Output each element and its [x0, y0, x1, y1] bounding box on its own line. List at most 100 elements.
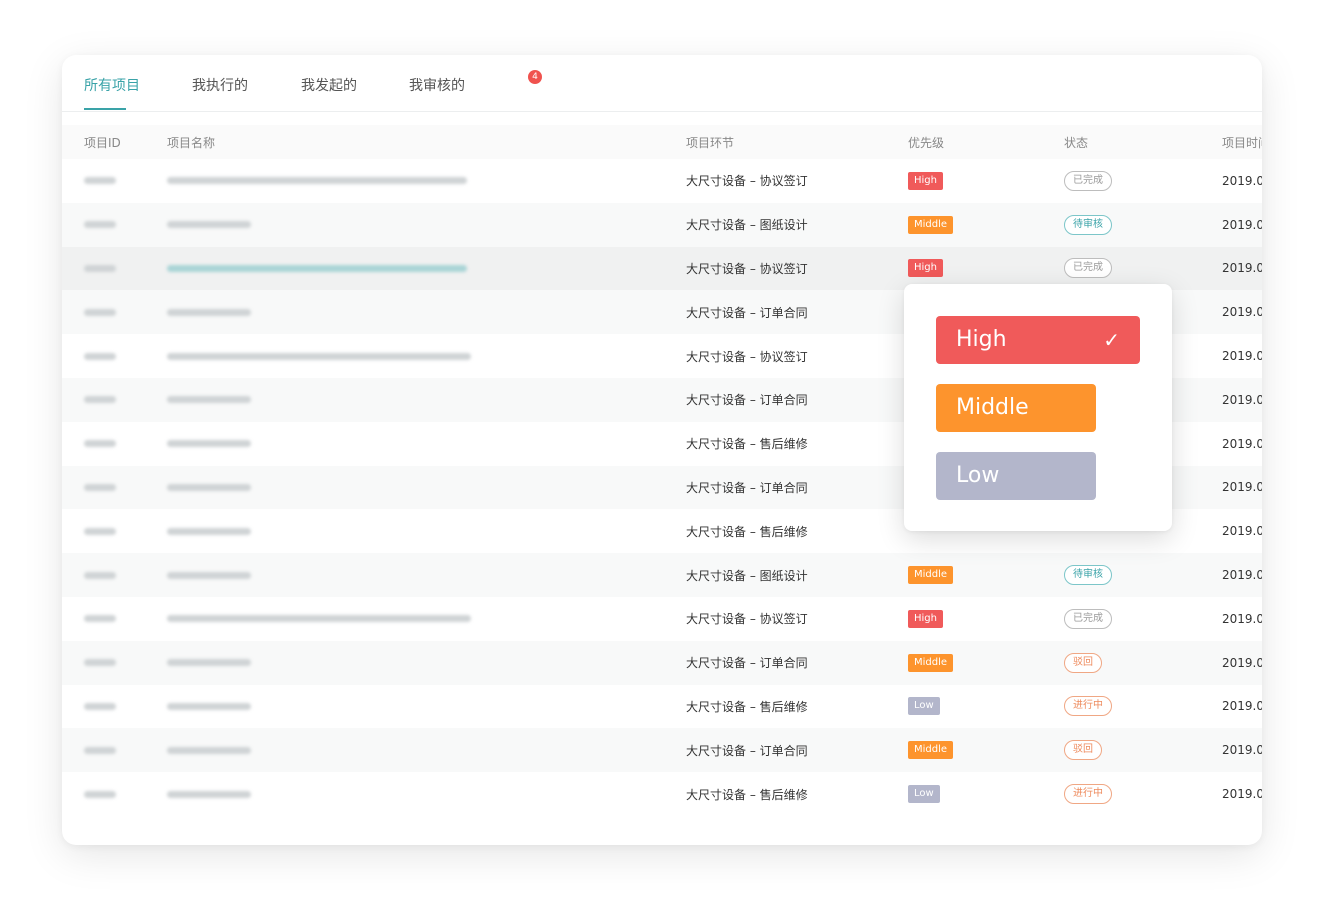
- header-project-name: 项目名称: [167, 136, 216, 150]
- project-id-cell: [84, 509, 116, 553]
- table-row[interactable]: 大尺寸设备 – 售后维修 Low 进行中 2019.04: [62, 685, 1262, 729]
- status-badge: 已完成: [1064, 258, 1112, 279]
- priority-cell[interactable]: Middle: [908, 728, 954, 772]
- check-icon: ✓: [1103, 328, 1120, 352]
- status-cell: 进行中: [1064, 685, 1112, 729]
- status-badge: 进行中: [1064, 784, 1112, 805]
- tab-all-projects[interactable]: 所有项目: [84, 75, 140, 95]
- project-id-cell: [84, 466, 116, 510]
- project-stage-cell: 大尺寸设备 – 订单合同: [686, 743, 808, 758]
- project-time-cell: 2019.04: [1222, 655, 1262, 670]
- table-header: 项目ID 项目名称 项目环节 优先级 状态 项目时间: [62, 125, 1262, 159]
- project-stage-cell: 大尺寸设备 – 售后维修: [686, 437, 808, 452]
- project-stage-cell: 大尺寸设备 – 售后维修: [686, 699, 808, 714]
- table-row[interactable]: 大尺寸设备 – 售后维修 Low 进行中 2019.04: [62, 772, 1262, 816]
- status-cell: 驳回: [1064, 641, 1102, 685]
- status-cell: 待审核: [1064, 203, 1112, 247]
- priority-cell[interactable]: Middle: [908, 203, 954, 247]
- project-id-cell: [84, 203, 116, 247]
- priority-cell[interactable]: High: [908, 159, 943, 203]
- project-name-cell[interactable]: [167, 685, 251, 729]
- project-stage-cell: 大尺寸设备 – 图纸设计: [686, 568, 808, 583]
- table-row[interactable]: 大尺寸设备 – 订单合同 Middle 驳回 2019.04: [62, 728, 1262, 773]
- project-id-cell: [84, 685, 116, 729]
- priority-tag[interactable]: Middle: [908, 653, 954, 672]
- project-name-cell[interactable]: [167, 641, 251, 685]
- priority-tag[interactable]: High: [908, 171, 943, 190]
- priority-cell[interactable]: Middle: [908, 553, 954, 597]
- project-stage-cell: 大尺寸设备 – 售后维修: [686, 524, 808, 539]
- project-name-cell[interactable]: [167, 159, 467, 203]
- status-cell: 进行中: [1064, 772, 1112, 816]
- table-row[interactable]: 大尺寸设备 – 图纸设计 Middle 待审核 2019.04: [62, 553, 1262, 597]
- project-id-cell: [84, 159, 116, 203]
- priority-tag[interactable]: Middle: [908, 215, 954, 234]
- priority-tag[interactable]: High: [908, 609, 943, 628]
- project-stage-cell: 大尺寸设备 – 协议签订: [686, 349, 808, 364]
- priority-tag[interactable]: Low: [908, 785, 940, 804]
- project-time-cell: 2019.04: [1222, 392, 1262, 407]
- project-name-cell[interactable]: [167, 378, 251, 422]
- status-cell: 驳回: [1064, 728, 1102, 772]
- project-time-cell: 2019.04: [1222, 436, 1262, 451]
- project-time-cell: 2019.04: [1222, 524, 1262, 539]
- tab-reviewed-by-me[interactable]: 我审核的: [409, 75, 465, 95]
- project-name-cell[interactable]: [167, 728, 251, 772]
- status-cell: 待审核: [1064, 553, 1112, 597]
- table-row[interactable]: 大尺寸设备 – 协议签订 High 已完成 2019.04: [62, 159, 1262, 203]
- tab-executed-by-me[interactable]: 我执行的: [192, 75, 248, 95]
- project-stage-cell: 大尺寸设备 – 协议签订: [686, 612, 808, 627]
- status-cell: 已完成: [1064, 597, 1112, 641]
- project-name-cell[interactable]: [167, 509, 251, 553]
- priority-tag[interactable]: Middle: [908, 566, 954, 585]
- priority-cell[interactable]: Middle: [908, 641, 954, 685]
- priority-option-label: Low: [956, 463, 1000, 488]
- status-badge: 待审核: [1064, 214, 1112, 235]
- tab-bar: 所有项目 我执行的 我发起的 我审核的 4: [62, 55, 1262, 112]
- project-id-cell: [84, 597, 116, 641]
- project-id-cell: [84, 290, 116, 334]
- priority-tag[interactable]: Middle: [908, 741, 954, 760]
- table-row[interactable]: 大尺寸设备 – 协议签订 High 已完成 2019.04: [62, 597, 1262, 641]
- priority-tag[interactable]: High: [908, 259, 943, 278]
- tab-initiated-by-me[interactable]: 我发起的: [301, 75, 357, 95]
- priority-dropdown: High ✓ Middle Low: [904, 284, 1172, 531]
- project-stage-cell: 大尺寸设备 – 订单合同: [686, 656, 808, 671]
- project-time-cell: 2019.04: [1222, 349, 1262, 364]
- priority-option-middle[interactable]: Middle: [936, 384, 1096, 432]
- project-time-cell: 2019.04: [1222, 699, 1262, 714]
- priority-cell[interactable]: High: [908, 597, 943, 641]
- project-stage-cell: 大尺寸设备 – 图纸设计: [686, 218, 808, 233]
- header-priority: 优先级: [908, 136, 945, 150]
- project-stage-cell: 大尺寸设备 – 协议签订: [686, 174, 808, 189]
- project-name-cell[interactable]: [167, 334, 471, 378]
- priority-tag[interactable]: Low: [908, 697, 940, 716]
- project-id-cell: [84, 728, 116, 772]
- header-status: 状态: [1064, 136, 1089, 150]
- project-time-cell: 2019.04: [1222, 787, 1262, 802]
- status-badge: 进行中: [1064, 696, 1112, 717]
- table-row[interactable]: 大尺寸设备 – 订单合同 Middle 驳回 2019.04: [62, 640, 1262, 685]
- priority-option-low[interactable]: Low: [936, 452, 1096, 500]
- project-time-cell: 2019.04: [1222, 743, 1262, 758]
- project-id-cell: [84, 772, 116, 816]
- priority-option-high[interactable]: High ✓: [936, 316, 1140, 364]
- project-time-cell: 2019.04: [1222, 568, 1262, 583]
- project-name-cell[interactable]: [167, 290, 251, 334]
- project-stage-cell: 大尺寸设备 – 售后维修: [686, 787, 808, 802]
- project-name-cell[interactable]: [167, 553, 251, 597]
- priority-cell[interactable]: Low: [908, 685, 940, 729]
- project-name-cell[interactable]: [167, 772, 251, 816]
- priority-cell[interactable]: Low: [908, 772, 940, 816]
- table-row[interactable]: 大尺寸设备 – 图纸设计 Middle 待审核 2019.04: [62, 202, 1262, 247]
- project-name-cell[interactable]: [167, 597, 471, 641]
- project-name-cell[interactable]: [167, 203, 251, 247]
- header-project-time: 项目时间: [1222, 136, 1262, 150]
- project-name-cell[interactable]: [167, 247, 467, 291]
- project-stage-cell: 大尺寸设备 – 订单合同: [686, 393, 808, 408]
- project-name-cell[interactable]: [167, 422, 251, 466]
- project-id-cell: [84, 247, 116, 291]
- project-name-cell[interactable]: [167, 466, 251, 510]
- header-project-stage: 项目环节: [686, 136, 735, 150]
- priority-option-label: High: [956, 327, 1007, 352]
